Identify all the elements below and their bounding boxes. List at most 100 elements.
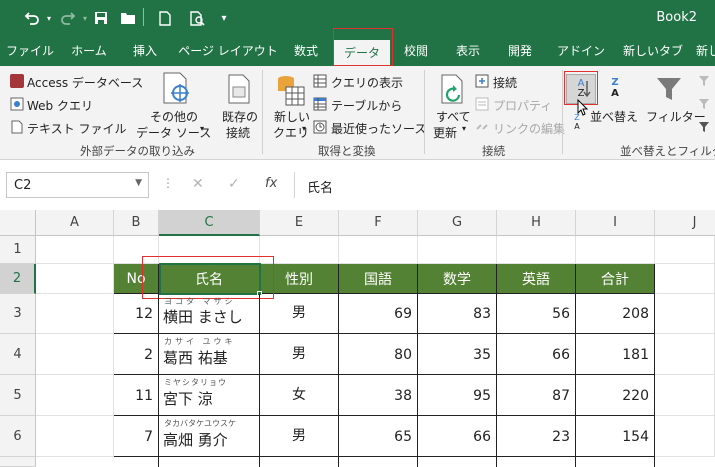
cell-a1[interactable] [36, 236, 114, 264]
row-header-7[interactable] [0, 457, 36, 467]
cell-english[interactable]: 23 [497, 416, 576, 457]
cell-math[interactable]: 35 [418, 334, 497, 375]
undo-icon[interactable] [20, 8, 44, 28]
tab-file[interactable]: ファイル [6, 36, 54, 66]
column-header-f[interactable]: F [339, 210, 418, 236]
column-header-e[interactable]: E [260, 210, 339, 236]
edit-links-button[interactable]: リンクの編集 [493, 120, 565, 137]
tab-page-layout[interactable]: ページ レイアウト [176, 36, 280, 66]
cell-total[interactable] [576, 457, 655, 467]
tab-review[interactable]: 校閲 [394, 36, 438, 66]
tab-home[interactable]: ホーム [62, 36, 116, 66]
print-preview-icon[interactable] [186, 8, 208, 28]
enter-icon[interactable]: ✓ [228, 176, 240, 192]
recent-sources-button[interactable]: 最近使ったソース [331, 120, 426, 137]
name-box-dropdown-icon[interactable]: ▼ [135, 178, 142, 188]
cancel-icon[interactable]: ✕ [192, 176, 204, 192]
web-query-button[interactable]: Web クエリ [27, 97, 93, 114]
customize-qat-icon[interactable]: ▾ [216, 8, 232, 28]
tab-insert[interactable]: 挿入 [124, 36, 166, 66]
clear-filter-icon[interactable] [698, 74, 712, 88]
cell-no[interactable]: 12 [114, 294, 159, 334]
new-query-label-1[interactable]: 新しい [274, 108, 310, 125]
cell-english[interactable]: 66 [497, 334, 576, 375]
cell-english[interactable]: 87 [497, 375, 576, 416]
cell-h1[interactable] [497, 236, 576, 264]
column-header-c[interactable]: C [159, 210, 260, 236]
cell-i1[interactable] [576, 236, 655, 264]
existing-connections-button[interactable]: 接続 [226, 124, 250, 141]
formula-bar-grip-icon[interactable]: ⋮ [162, 176, 174, 190]
new-query-dropdown-icon[interactable]: ▾ [302, 124, 306, 133]
other-sources-label-1[interactable]: その他の [150, 108, 198, 125]
cell-japanese[interactable]: 80 [339, 334, 418, 375]
column-header-j[interactable]: J [655, 210, 715, 236]
cell-a5[interactable] [36, 375, 114, 416]
show-queries-button[interactable]: クエリの表示 [331, 74, 403, 91]
cell-japanese[interactable]: 69 [339, 294, 418, 334]
formula-input[interactable]: 氏名 [294, 172, 715, 198]
cell-j3[interactable] [655, 294, 715, 334]
cell-f1[interactable] [339, 236, 418, 264]
cell-b1[interactable] [114, 236, 159, 264]
insert-function-button[interactable]: fx [265, 176, 277, 191]
refresh-all-button[interactable]: 更新 [433, 124, 457, 141]
cell-total[interactable]: 154 [576, 416, 655, 457]
cell-no[interactable] [114, 457, 159, 467]
row-header-2[interactable]: 2 [0, 264, 36, 294]
tab-new-tab-2[interactable]: 新しいタブ [696, 36, 715, 66]
open-folder-icon[interactable] [116, 8, 140, 28]
cell-j5[interactable] [655, 375, 715, 416]
table-header-math[interactable]: 数学 [418, 264, 497, 294]
other-sources-dropdown-icon[interactable]: ▾ [200, 124, 204, 133]
cell-english[interactable]: 56 [497, 294, 576, 334]
cell-math[interactable]: 83 [418, 294, 497, 334]
cell-c1[interactable] [159, 236, 260, 264]
cell-gender[interactable] [260, 457, 339, 467]
tab-addins[interactable]: アドイン [554, 36, 608, 66]
from-table-button[interactable]: テーブルから [331, 97, 402, 114]
cell-name[interactable]: ヨコタ マサシ 横田 まさし [159, 294, 260, 334]
filter-button[interactable]: フィルター [646, 108, 706, 125]
cell-math[interactable] [418, 457, 497, 467]
cell-e1[interactable] [260, 236, 339, 264]
tab-new-tab[interactable]: 新しいタブ [618, 36, 688, 66]
table-header-no[interactable]: No [114, 264, 159, 294]
properties-button[interactable]: プロパティ [493, 97, 552, 114]
cell-total[interactable]: 220 [576, 375, 655, 416]
cell-name[interactable]: ミヤシタリョウ 宮下 涼 [159, 375, 260, 416]
table-header-english[interactable]: 英語 [497, 264, 576, 294]
row-header-1[interactable]: 1 [0, 236, 36, 264]
save-icon[interactable] [90, 8, 112, 28]
cell-japanese[interactable]: 38 [339, 375, 418, 416]
tab-data[interactable]: データ [334, 40, 390, 66]
row-header-5[interactable]: 5 [0, 375, 36, 416]
advanced-filter-icon[interactable] [698, 120, 712, 134]
sort-button[interactable]: 並べ替え [590, 108, 638, 125]
select-all-corner[interactable] [0, 210, 36, 236]
tab-developer[interactable]: 開発 [498, 36, 542, 66]
cell-a3[interactable] [36, 294, 114, 334]
cell-english[interactable] [497, 457, 576, 467]
cell-a4[interactable] [36, 334, 114, 375]
cell-a6[interactable] [36, 416, 114, 457]
reapply-filter-icon[interactable] [698, 97, 712, 111]
row-header-3[interactable]: 3 [0, 294, 36, 334]
table-header-total[interactable]: 合計 [576, 264, 655, 294]
cell-j2[interactable] [655, 264, 715, 294]
cell-g1[interactable] [418, 236, 497, 264]
cell-name[interactable]: タカバタケユウスケ 高畑 勇介 [159, 416, 260, 457]
cell-total[interactable]: 181 [576, 334, 655, 375]
cell-gender[interactable]: 女 [260, 375, 339, 416]
redo-icon[interactable] [56, 8, 80, 28]
refresh-all-label-1[interactable]: すべて [436, 108, 471, 125]
cell-name[interactable]: カサイ ユウキ 葛西 祐基 [159, 334, 260, 375]
cell-a2[interactable] [36, 264, 114, 294]
redo-dropdown-icon[interactable]: ▾ [80, 8, 90, 28]
column-header-g[interactable]: G [418, 210, 497, 236]
text-file-button[interactable]: テキスト ファイル [27, 120, 126, 137]
column-header-b[interactable]: B [114, 210, 159, 236]
cell-japanese[interactable] [339, 457, 418, 467]
tab-view[interactable]: 表示 [446, 36, 490, 66]
cell-no[interactable]: 7 [114, 416, 159, 457]
